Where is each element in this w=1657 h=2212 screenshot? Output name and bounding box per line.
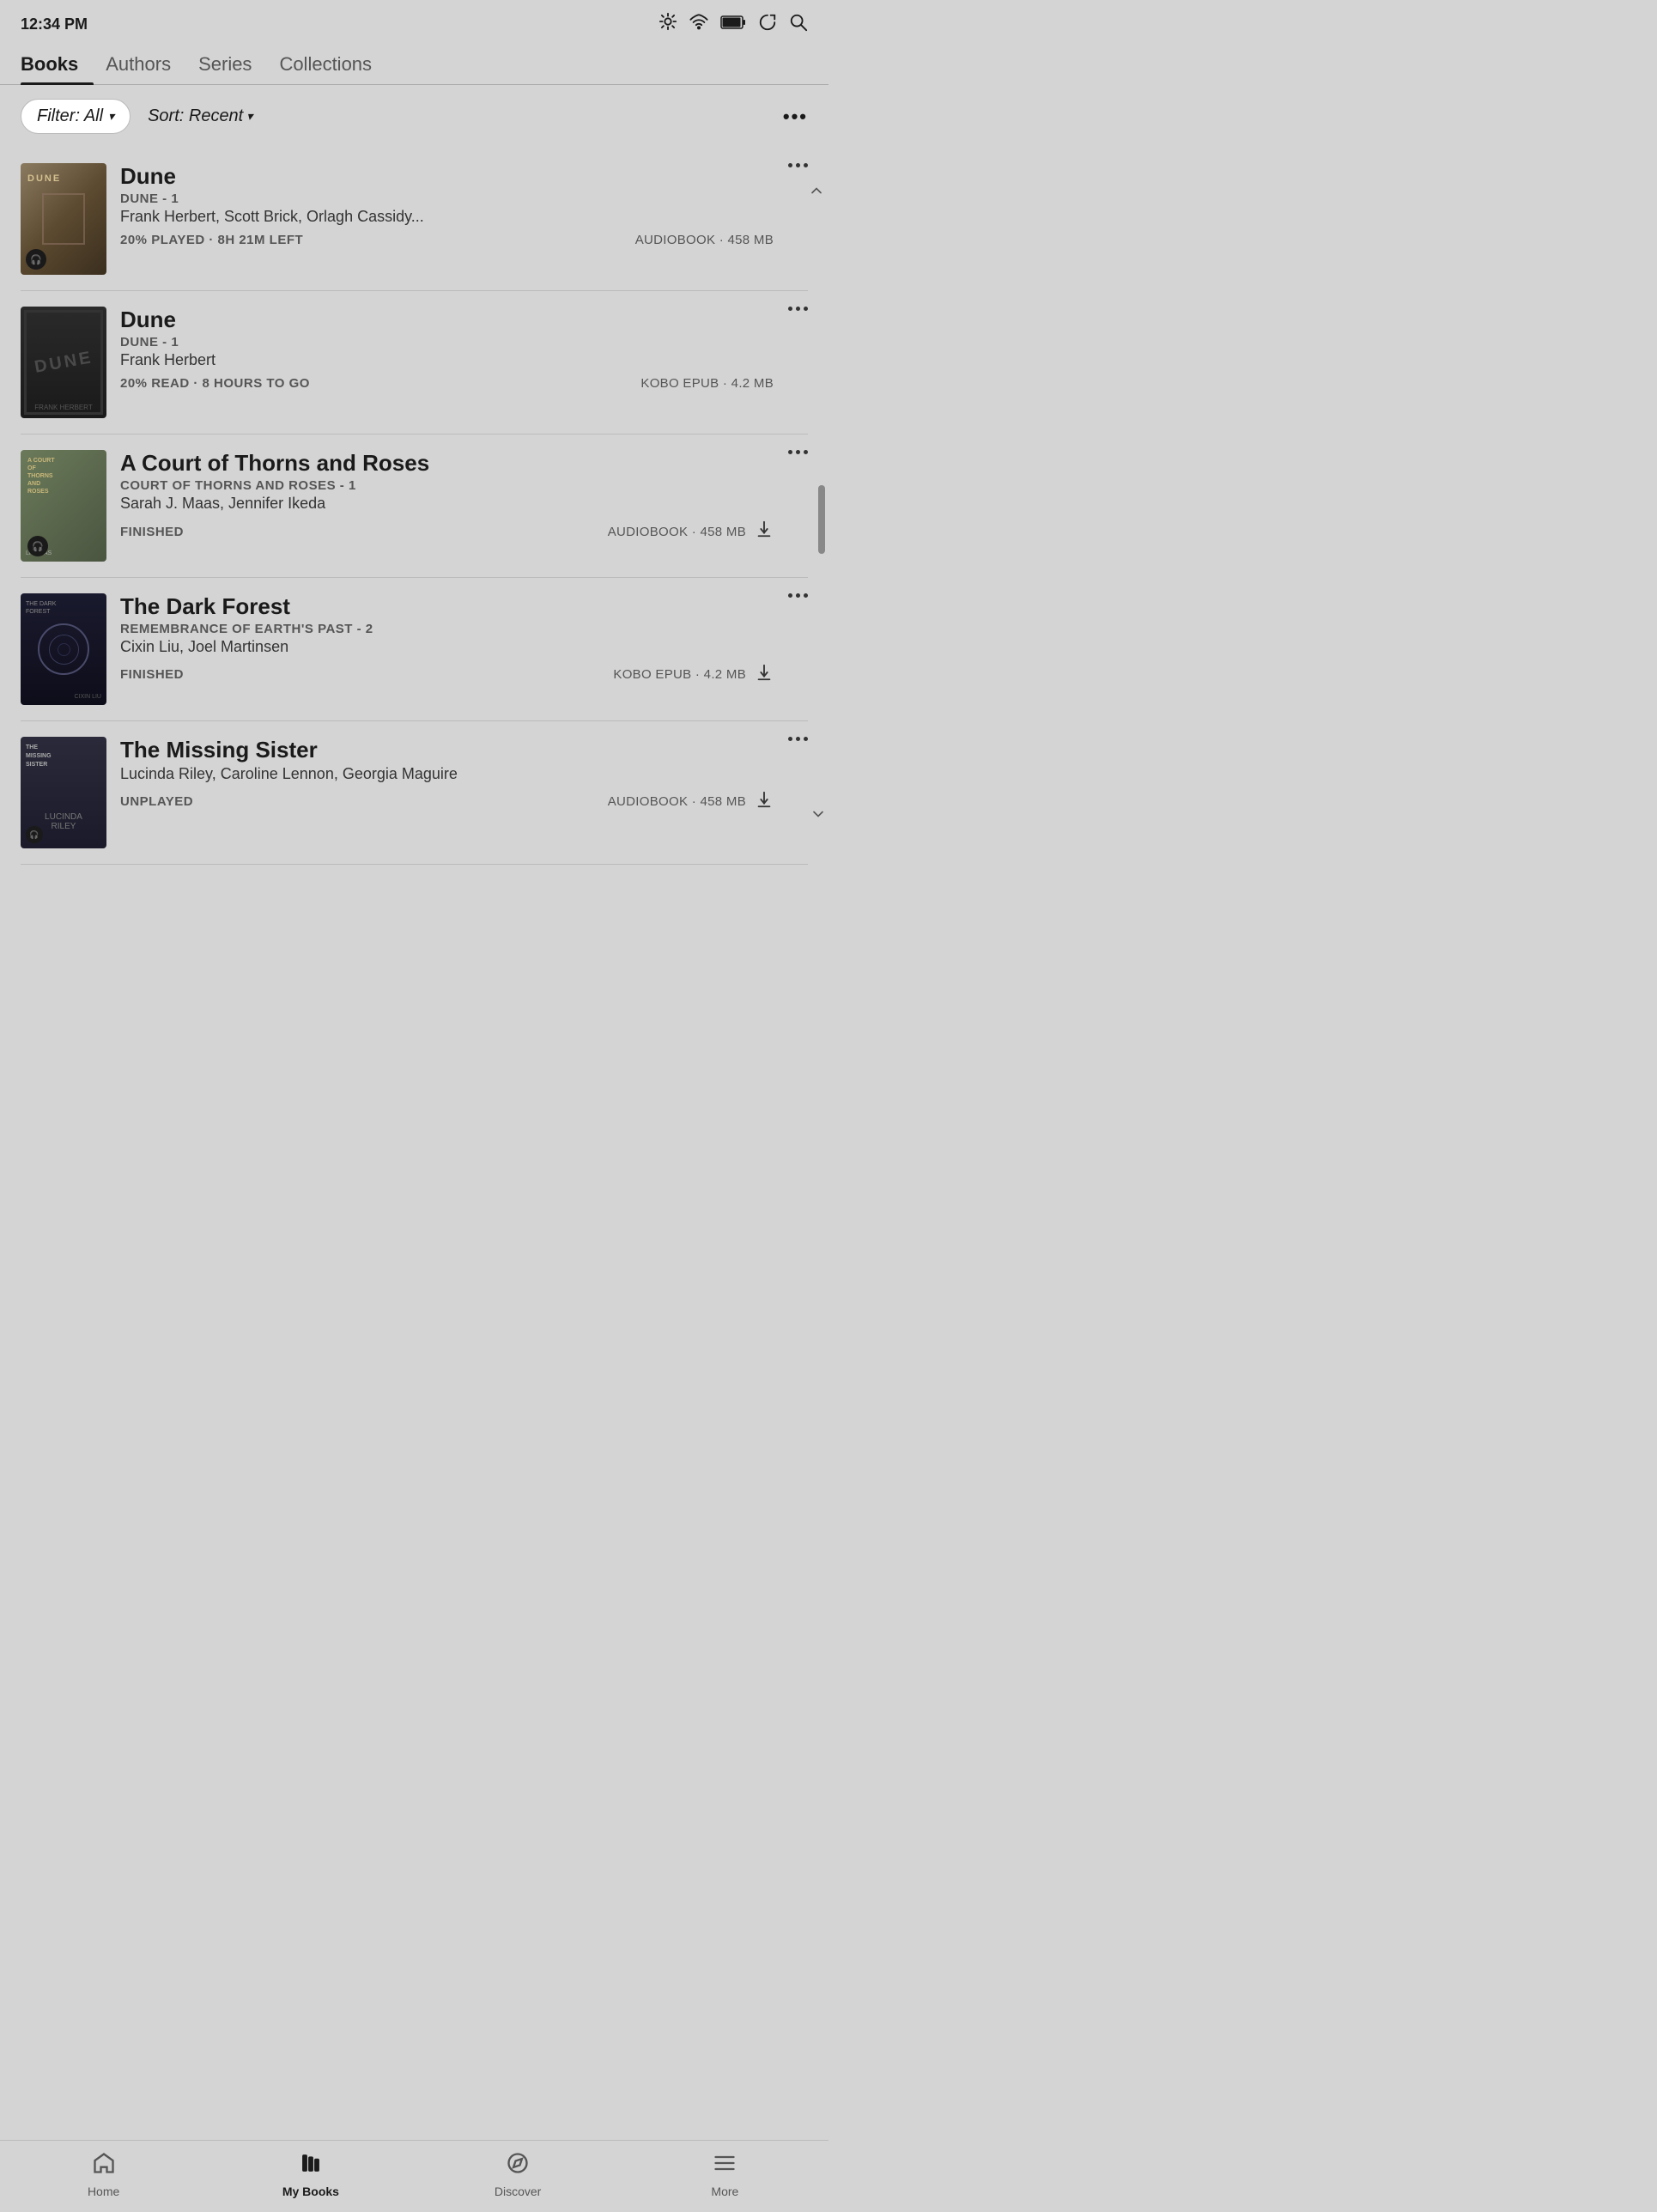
nav-more[interactable]: More (690, 2151, 759, 2198)
book-meta: UNPLAYED AUDIOBOOK · 458 MB (120, 790, 774, 813)
book-actions-missing-sister (788, 737, 808, 741)
status-icons (659, 12, 808, 36)
nav-more-label: More (711, 2185, 738, 2198)
book-item: THEMISSINGSISTER LUCINDARILEY 🎧 The Miss… (21, 721, 808, 865)
book-format: KOBO EPUB · 4.2 MB (640, 376, 774, 391)
book-meta: FINISHED AUDIOBOOK · 458 MB (120, 520, 774, 544)
sort-chevron-icon: ▾ (246, 109, 252, 124)
nav-tabs: Books Authors Series Collections (0, 45, 828, 85)
book-title[interactable]: Dune (120, 163, 774, 190)
menu-icon (713, 2151, 737, 2181)
download-icon[interactable] (755, 520, 774, 544)
download-icon[interactable] (755, 663, 774, 686)
book-author: Sarah J. Maas, Jennifer Ikeda (120, 495, 774, 513)
home-icon (92, 2151, 116, 2181)
battery-icon (720, 15, 746, 34)
book-format: KOBO EPUB · 4.2 MB (613, 667, 746, 682)
nav-discover-label: Discover (495, 2185, 541, 2198)
book-author: Frank Herbert, Scott Brick, Orlagh Cassi… (120, 208, 774, 226)
book-cover-dune-audio[interactable]: DUNE 🎧 (21, 163, 106, 275)
audiobook-badge: 🎧 (26, 249, 46, 270)
book-menu-button[interactable] (788, 737, 808, 741)
book-status: FINISHED (120, 525, 184, 539)
scrollbar[interactable] (815, 148, 828, 865)
nav-home-label: Home (88, 2185, 119, 2198)
book-author: Cixin Liu, Joel Martinsen (120, 638, 774, 656)
tab-authors[interactable]: Authors (106, 45, 186, 84)
book-item: THE DARKFOREST CIXIN LIU The Dark Forest… (21, 578, 808, 721)
search-icon[interactable] (789, 13, 808, 36)
nav-discover[interactable]: Discover (483, 2151, 552, 2198)
download-icon[interactable] (755, 790, 774, 813)
book-actions-acotar (788, 450, 808, 454)
book-series: DUNE - 1 (120, 335, 774, 349)
book-format: AUDIOBOOK · 458 MB (608, 794, 746, 809)
book-series: COURT OF THORNS AND ROSES - 1 (120, 478, 774, 493)
book-cover-dune-epub[interactable]: DUNE FRANK HERBERT (21, 307, 106, 418)
book-status: 20% PLAYED · 8H 21M LEFT (120, 233, 303, 247)
status-bar: 12:34 PM (0, 0, 828, 45)
book-info-dark-forest: The Dark Forest REMEMBRANCE OF EARTH'S P… (120, 593, 808, 686)
nav-home[interactable]: Home (70, 2151, 138, 2198)
compass-icon (506, 2151, 530, 2181)
book-series: REMEMBRANCE OF EARTH'S PAST - 2 (120, 622, 774, 636)
book-actions-dune-audio (788, 163, 808, 167)
book-status: FINISHED (120, 667, 184, 682)
nav-mybooks[interactable]: My Books (276, 2151, 345, 2198)
status-time: 12:34 PM (21, 15, 88, 33)
book-menu-button[interactable] (788, 163, 808, 167)
book-status: UNPLAYED (120, 794, 193, 809)
book-actions-dune-epub (788, 307, 808, 311)
brightness-icon[interactable] (659, 12, 677, 36)
book-meta: 20% READ · 8 HOURS TO GO KOBO EPUB · 4.2… (120, 376, 774, 391)
book-cover-acotar[interactable]: A COURTOFTHORNSANDROSES LP MAAS 🎧 (21, 450, 106, 562)
book-title[interactable]: The Dark Forest (120, 593, 774, 620)
tab-series[interactable]: Series (198, 45, 267, 84)
book-menu-button[interactable] (788, 450, 808, 454)
book-title[interactable]: The Missing Sister (120, 737, 774, 763)
book-cover-missing-sister[interactable]: THEMISSINGSISTER LUCINDARILEY 🎧 (21, 737, 106, 848)
book-author: Frank Herbert (120, 351, 774, 369)
book-item: A COURTOFTHORNSANDROSES LP MAAS 🎧 A Cour… (21, 434, 808, 578)
book-meta: 20% PLAYED · 8H 21M LEFT AUDIOBOOK · 458… (120, 233, 774, 247)
book-status: 20% READ · 8 HOURS TO GO (120, 376, 310, 391)
chevron-down-icon: ▾ (108, 109, 114, 124)
more-options-button[interactable]: ••• (783, 106, 808, 128)
book-series: DUNE - 1 (120, 191, 774, 206)
book-format: AUDIOBOOK · 458 MB (608, 525, 746, 539)
bottom-nav: Home My Books Discover (0, 2140, 828, 2212)
book-title[interactable]: A Court of Thorns and Roses (120, 450, 774, 477)
audiobook-badge-acotar: 🎧 (27, 536, 48, 556)
nav-mybooks-label: My Books (282, 2185, 339, 2198)
book-meta: FINISHED KOBO EPUB · 4.2 MB (120, 663, 774, 686)
wifi-icon (689, 13, 708, 36)
book-format: AUDIOBOOK · 458 MB (635, 233, 774, 247)
tab-collections[interactable]: Collections (279, 45, 387, 84)
sort-button[interactable]: Sort: Recent ▾ (148, 106, 252, 126)
book-info-dune-epub: Dune DUNE - 1 Frank Herbert 20% READ · 8… (120, 307, 808, 391)
book-title[interactable]: Dune (120, 307, 774, 333)
book-info-dune-audio: Dune DUNE - 1 Frank Herbert, Scott Brick… (120, 163, 808, 247)
sync-icon[interactable] (758, 13, 777, 36)
audiobook-badge-ms: 🎧 (26, 826, 43, 843)
tab-books[interactable]: Books (21, 45, 94, 84)
book-item: DUNE 🎧 Dune DUNE - 1 Frank Herbert, Scot… (21, 148, 808, 291)
book-menu-button[interactable] (788, 307, 808, 311)
book-item: DUNE FRANK HERBERT Dune DUNE - 1 Frank H… (21, 291, 808, 434)
scrollbar-thumb[interactable] (818, 485, 825, 554)
book-author: Lucinda Riley, Caroline Lennon, Georgia … (120, 765, 774, 783)
book-cover-dark-forest[interactable]: THE DARKFOREST CIXIN LIU (21, 593, 106, 705)
books-icon (299, 2151, 323, 2181)
book-menu-button[interactable] (788, 593, 808, 598)
book-actions-dark-forest (788, 593, 808, 598)
book-info-acotar: A Court of Thorns and Roses COURT OF THO… (120, 450, 808, 544)
book-info-missing-sister: The Missing Sister Lucinda Riley, Caroli… (120, 737, 808, 813)
filter-row: Filter: All ▾ Sort: Recent ▾ ••• (0, 85, 828, 148)
book-list: DUNE 🎧 Dune DUNE - 1 Frank Herbert, Scot… (0, 148, 828, 865)
filter-button[interactable]: Filter: All ▾ (21, 99, 130, 134)
